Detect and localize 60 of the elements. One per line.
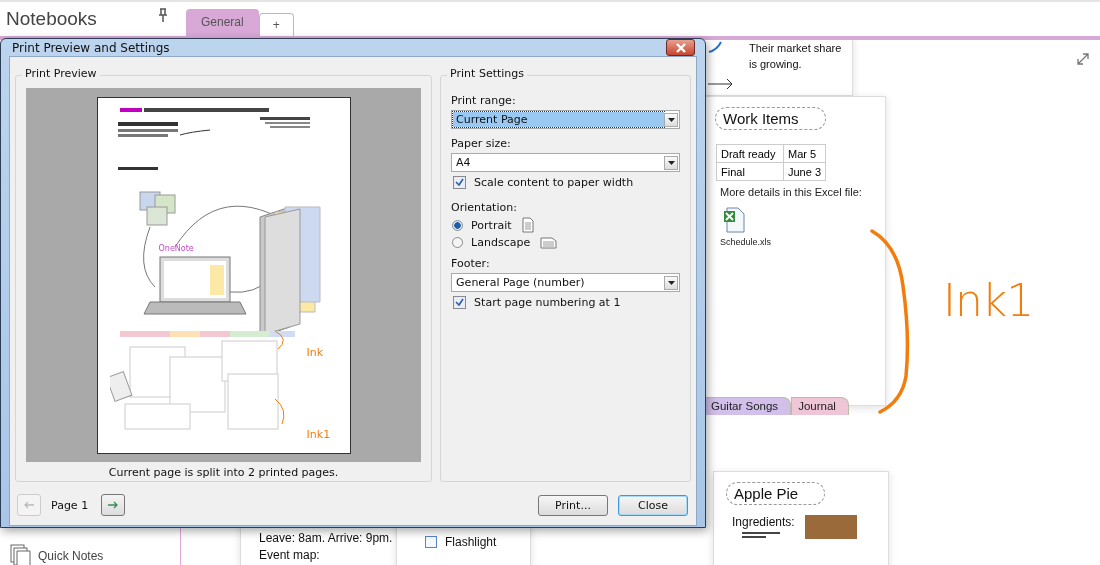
right-arrow-icon xyxy=(108,501,119,509)
radio-button[interactable] xyxy=(452,237,464,248)
dropdown[interactable]: Current Page xyxy=(451,110,680,129)
table-cell: Mar 5 xyxy=(783,144,826,163)
radio-button[interactable] xyxy=(452,219,464,231)
note-text: Event map: xyxy=(259,547,321,564)
add-section-tab[interactable]: + xyxy=(258,13,294,36)
note-text: Their market share is growing. xyxy=(749,41,843,72)
section-tab[interactable]: Guitar Songs xyxy=(704,397,792,415)
close-button[interactable] xyxy=(666,39,695,56)
check-icon xyxy=(455,298,465,307)
dropdown[interactable]: General Page (number) xyxy=(451,273,680,292)
group-label: Print Preview xyxy=(22,67,100,80)
next-page-button[interactable] xyxy=(101,494,126,516)
portrait-page-icon xyxy=(521,217,534,233)
notebooks-title: Notebooks xyxy=(5,8,98,31)
radio-label[interactable]: Landscape xyxy=(471,236,531,249)
table-cell: June 3 xyxy=(783,162,826,181)
checkbox-label[interactable]: Start page numbering at 1 xyxy=(474,296,621,309)
field-label: Orientation: xyxy=(451,201,518,214)
field-label: Paper size: xyxy=(451,137,512,150)
dropdown[interactable]: A4 xyxy=(451,153,680,172)
field-label: Print range: xyxy=(451,94,517,107)
left-arrow-icon xyxy=(24,501,34,509)
caret-icon xyxy=(667,117,675,122)
preview-text: OneNote xyxy=(158,244,194,253)
caret-icon xyxy=(667,160,675,165)
caret-icon xyxy=(667,280,675,285)
section-tab[interactable]: General xyxy=(186,9,259,36)
expand-icon xyxy=(1077,53,1089,65)
page-number-label: Page 1 xyxy=(51,498,89,512)
radio-label[interactable]: Portrait xyxy=(471,218,512,232)
checkbox-box[interactable] xyxy=(453,296,467,309)
group-label: Print Settings xyxy=(447,67,527,80)
dialog-title: Print Preview and Settings xyxy=(11,40,170,55)
note-heading: Ingredients: xyxy=(732,515,795,529)
checklist-label: Flashlight xyxy=(445,535,497,549)
print-button[interactable]: Print... xyxy=(538,494,608,516)
note-text: Leave: 8am. Arrive: 9pm. xyxy=(259,530,394,547)
checkbox[interactable] xyxy=(425,536,437,548)
sidebar-item[interactable]: Quick Notes xyxy=(0,543,180,565)
preview-text: Ink1 xyxy=(306,428,331,441)
spreadsheet-file-icon xyxy=(723,207,745,233)
note-text: More details in this Excel file: xyxy=(720,186,863,198)
field-label: Footer: xyxy=(451,257,491,270)
photo-placeholder xyxy=(804,515,857,539)
check-icon xyxy=(455,178,465,187)
table-cell: Draft ready xyxy=(716,144,784,163)
close-button[interactable]: Close xyxy=(618,494,688,516)
pin-icon xyxy=(158,8,168,22)
landscape-page-icon xyxy=(540,236,558,249)
file-name[interactable]: Schedule.xls xyxy=(720,237,772,247)
ink-handwriting: Ink1 xyxy=(943,276,1034,326)
checkbox-box[interactable] xyxy=(453,176,467,189)
preview-caption: Current page is split into 2 printed pages. xyxy=(107,465,340,479)
preview-text: Ink xyxy=(306,346,324,359)
close-icon xyxy=(674,42,687,53)
section-tab[interactable]: Journal xyxy=(791,397,849,415)
table-cell: Final xyxy=(716,162,784,181)
checkbox-label[interactable]: Scale content to paper width xyxy=(474,176,634,189)
